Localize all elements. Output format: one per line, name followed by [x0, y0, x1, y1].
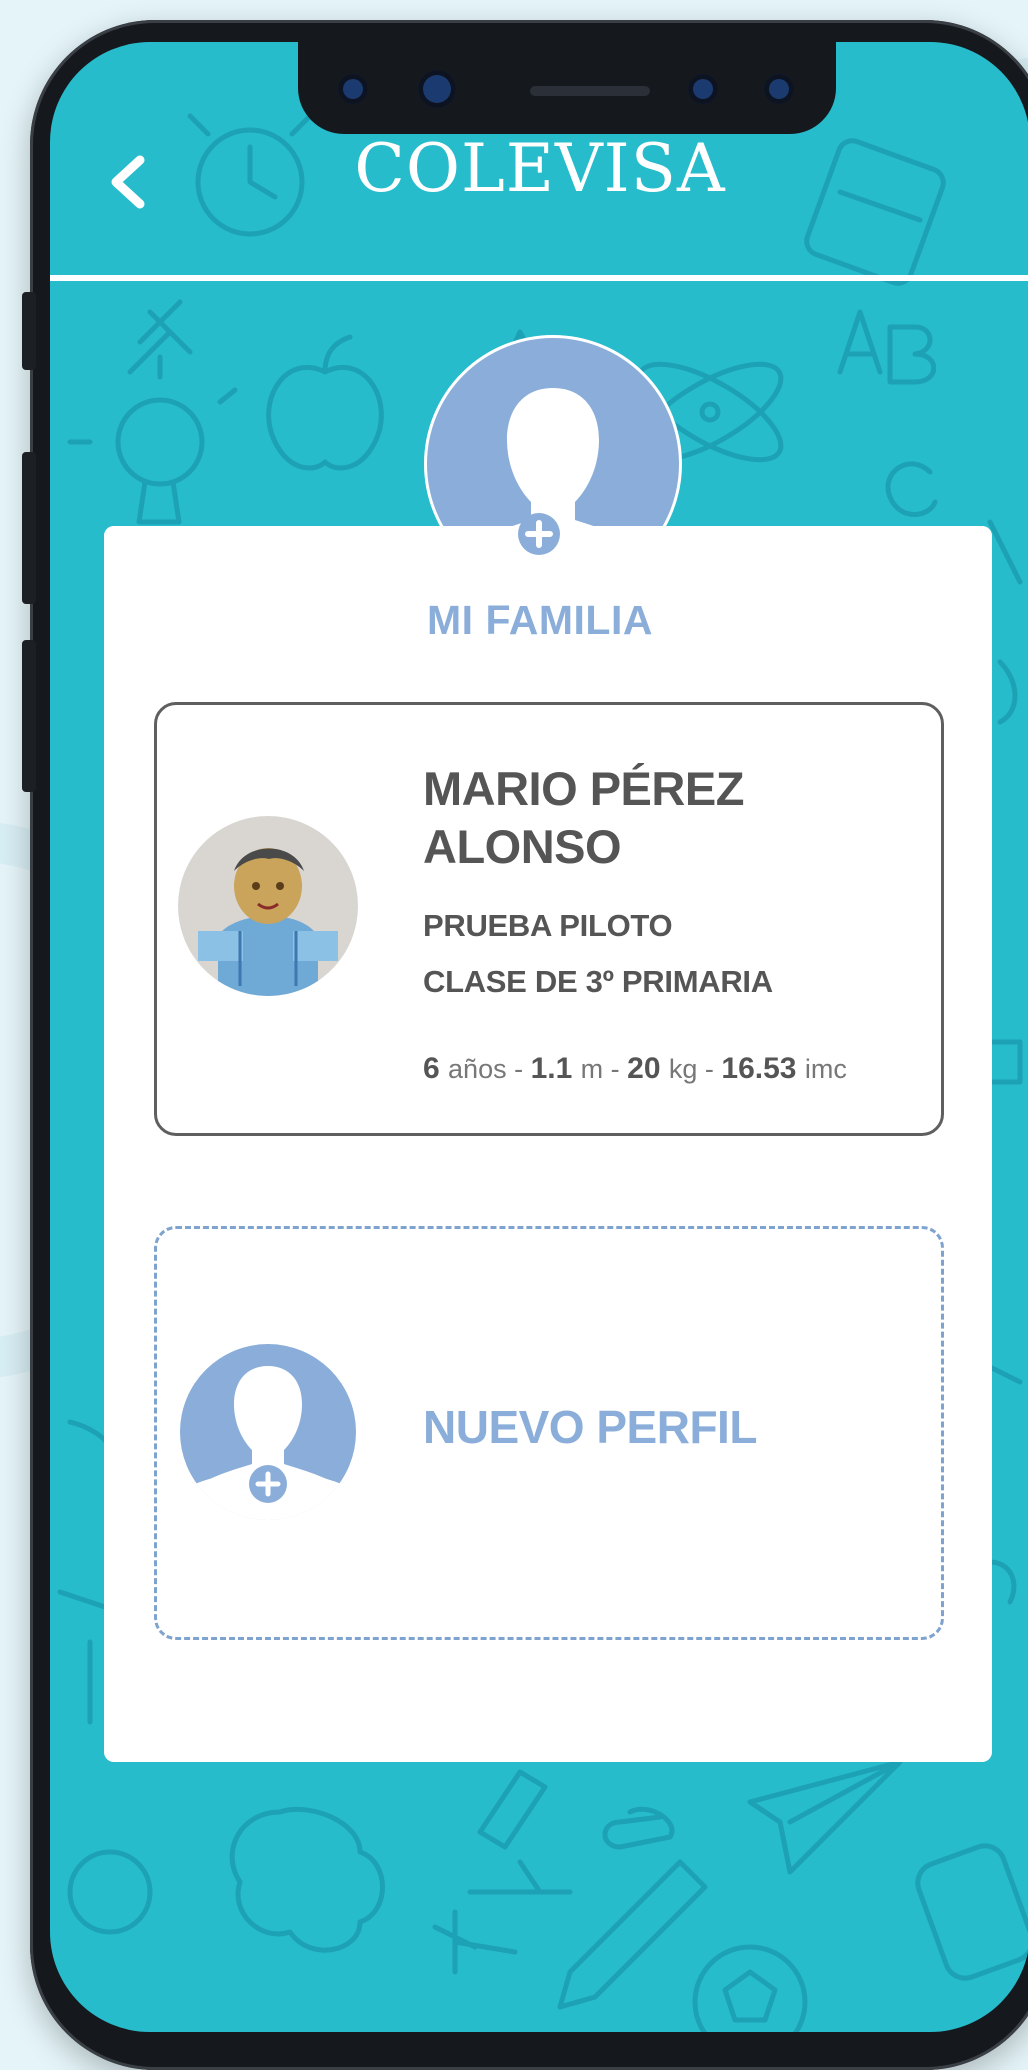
volume-switch [22, 292, 36, 370]
header-divider [50, 275, 1028, 281]
plus-circle-icon[interactable] [517, 512, 561, 556]
member-avatar [178, 816, 358, 996]
user-silhouette-icon [180, 1366, 356, 1520]
height-unit: m [580, 1054, 604, 1084]
app-screen: COLEVISA MI FAMILIA MARIO PÉREZ ALONSO P… [50, 42, 1028, 2032]
member-name: MARIO PÉREZ ALONSO [423, 762, 744, 873]
member-school: PRUEBA PILOTO [423, 908, 673, 943]
stats-separator: - [506, 1054, 531, 1084]
volume-up-button [22, 452, 36, 604]
stats-separator: - [603, 1054, 628, 1084]
stats-separator: - [697, 1054, 722, 1084]
age-unit: años [448, 1054, 507, 1084]
sensor-dot [338, 74, 368, 104]
weight-value: 20 [627, 1052, 661, 1085]
weight-unit: kg [668, 1054, 698, 1084]
volume-down-button [22, 640, 36, 792]
user-plus-icon[interactable] [180, 1344, 356, 1520]
member-class: CLASE DE 3º PRIMARIA [423, 964, 773, 999]
sensor-dot [764, 74, 794, 104]
new-profile-label: NUEVO PERFIL [423, 1401, 757, 1453]
member-stats: 6 años - 1.1 m - 20 kg - 16.53 imc [423, 1052, 847, 1086]
bmi-unit: imc [804, 1054, 847, 1084]
sensor-dot [688, 74, 718, 104]
height-value: 1.1 [530, 1052, 573, 1085]
section-title: MI FAMILIA [427, 597, 653, 643]
child-drawing-image [178, 816, 358, 996]
earpiece-speaker [530, 86, 650, 96]
app-logo: COLEVISA [354, 130, 726, 207]
age-value: 6 [423, 1052, 440, 1085]
device-notch [298, 42, 836, 134]
camera-lens [418, 70, 456, 108]
bmi-value: 16.53 [721, 1052, 797, 1085]
